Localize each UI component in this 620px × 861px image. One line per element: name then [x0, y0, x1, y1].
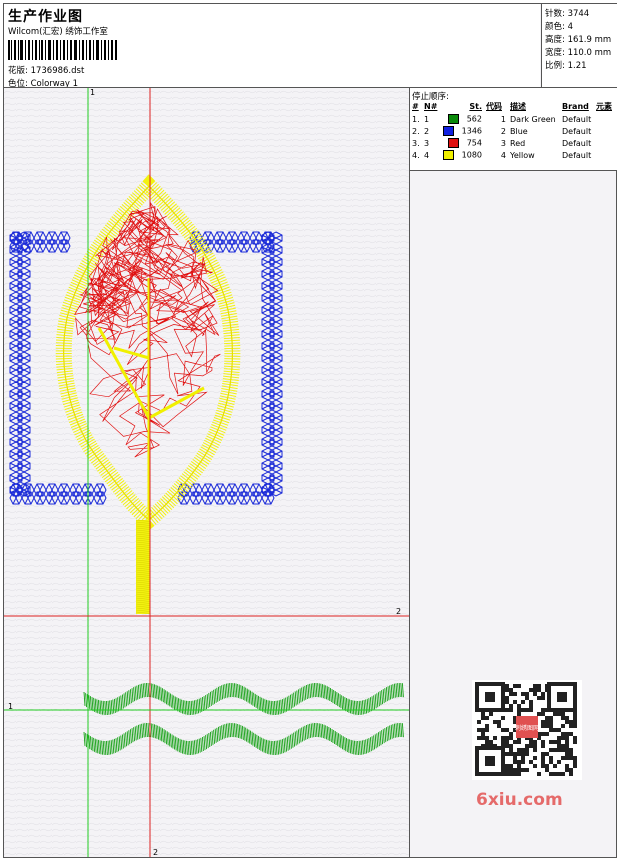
row-index: 1. [412, 114, 420, 124]
row-stitches: 1346 [461, 126, 482, 136]
watermark-text: 6xiu.com [476, 790, 563, 810]
color-swatch [447, 114, 459, 124]
row-needle: 3 [424, 138, 430, 148]
row-needle: 2 [424, 126, 430, 136]
stop-sequence-panel: 停止顺序: # N# St. 代码 描述 Brand 元素 1. 1 562 1 Dar… [409, 88, 617, 171]
col-brand: Brand [562, 102, 589, 111]
stop-row: 3. 3 754 3 Red Default [410, 137, 614, 149]
ratio-row: 比例: 1.21 [545, 59, 587, 71]
height-label: 高度: [545, 35, 565, 45]
col-description: 描述 [510, 102, 526, 111]
stop-row: 4. 4 1080 4 Yellow Default [410, 149, 614, 161]
row-stitches: 1080 [461, 150, 482, 160]
row-brand: Default [562, 138, 592, 148]
design-file-line: 花版: 1736986.dst [8, 64, 84, 76]
col-needle: N# [424, 102, 438, 111]
header-panel: 生产作业图 Wilcom(汇宏) 绣饰工作室 花版: 1736986.dst 色… [4, 4, 540, 89]
stitches-row: 针数: 3744 [545, 7, 589, 19]
colors-row: 颜色: 4 [545, 20, 573, 32]
row-description: Dark Green [510, 114, 556, 124]
stop-row: 2. 2 1346 2 Blue Default [410, 125, 614, 137]
row-code: 3 [500, 138, 506, 148]
embroidery-canvas [4, 88, 409, 857]
qr-code: 刺绣图网 [472, 680, 582, 780]
width-value: 110.0 mm [567, 48, 612, 58]
marker-v2: 2 [153, 848, 159, 857]
color-swatch [442, 126, 454, 136]
row-code: 1 [500, 114, 506, 124]
row-stitches-cell: 754 [440, 137, 484, 149]
ratio-label: 比例: [545, 61, 565, 71]
color-swatch [447, 138, 459, 148]
design-file: 1736986.dst [30, 66, 85, 76]
stitches-value: 3744 [567, 9, 590, 19]
col-index: # [412, 102, 419, 111]
marker-h1: 1 [8, 702, 14, 711]
colors-label: 颜色: [545, 22, 565, 32]
studio-name: Wilcom(汇宏) 绣饰工作室 [8, 27, 108, 37]
width-label: 宽度: [545, 48, 565, 58]
barcode [8, 40, 117, 60]
marker-h2: 2 [396, 607, 402, 616]
row-code: 2 [500, 126, 506, 136]
row-index: 2. [412, 126, 420, 136]
col-stitches: St. [469, 102, 482, 111]
row-code: 4 [500, 150, 506, 160]
height-row: 高度: 161.9 mm [545, 33, 611, 45]
page-title: 生产作业图 [8, 9, 83, 25]
stop-row: 1. 1 562 1 Dark Green Default [410, 113, 614, 125]
row-description: Red [510, 138, 526, 148]
colors-value: 4 [567, 22, 573, 32]
color-swatch [442, 150, 454, 160]
height-value: 161.9 mm [567, 35, 612, 45]
row-needle: 1 [424, 114, 430, 124]
row-stitches: 562 [466, 114, 482, 124]
width-row: 宽度: 110.0 mm [545, 46, 611, 58]
col-element: 元素 [596, 102, 612, 111]
row-index: 3. [412, 138, 420, 148]
row-needle: 4 [424, 150, 430, 160]
marker-v1: 1 [90, 88, 96, 97]
row-description: Yellow [510, 150, 535, 160]
row-brand: Default [562, 114, 592, 124]
qr-code-image: 刺绣图网 [475, 682, 577, 776]
row-brand: Default [562, 150, 592, 160]
row-brand: Default [562, 126, 592, 136]
design-info-panel: 针数: 3744 颜色: 4 高度: 161.9 mm 宽度: 110.0 mm… [541, 4, 617, 87]
table-header-row: # N# St. 代码 描述 Brand 元素 [410, 100, 614, 113]
row-stitches-cell: 1080 [440, 149, 484, 161]
ratio-value: 1.21 [567, 61, 587, 71]
row-stitches: 754 [466, 138, 482, 148]
row-description: Blue [510, 126, 528, 136]
col-code: 代码 [486, 102, 502, 111]
row-stitches-cell: 562 [440, 113, 484, 125]
row-stitches-cell: 1346 [440, 125, 484, 137]
qr-logo-text: 刺绣图网 [515, 724, 539, 732]
stitches-label: 针数: [545, 9, 565, 19]
stop-sequence-table: # N# St. 代码 描述 Brand 元素 1. 1 562 1 Dark Gree… [410, 100, 614, 161]
row-index: 4. [412, 150, 420, 160]
design-label: 花版: [8, 66, 28, 76]
